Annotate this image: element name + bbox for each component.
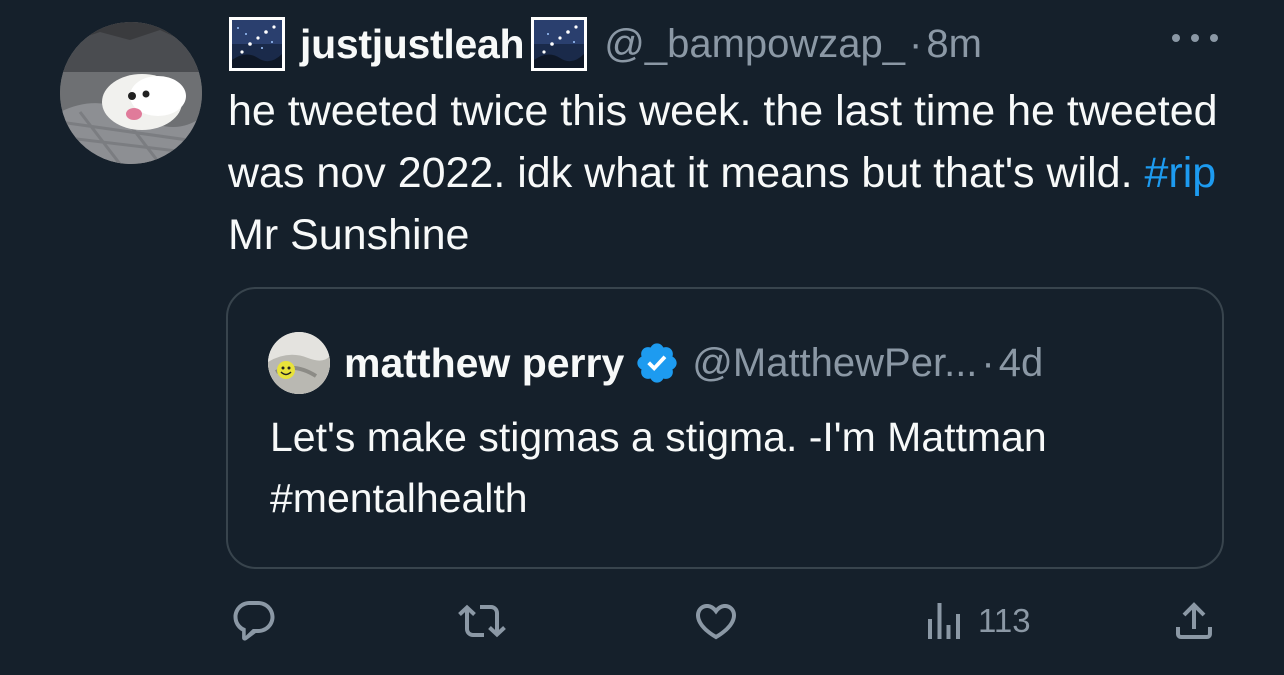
views-button[interactable]: 113	[920, 596, 1031, 646]
share-icon	[1176, 602, 1212, 639]
more-button[interactable]	[1168, 26, 1222, 50]
tweet-text-part: Mr Sunshine	[228, 211, 470, 259]
tweet-header: justjustleah @_bampowzap_ · 8m	[228, 16, 1228, 72]
action-bar: 113	[228, 596, 1228, 646]
night-sky-emoji-icon	[531, 17, 588, 71]
quoted-display-name[interactable]: matthew perry	[344, 340, 624, 387]
verified-badge-icon	[637, 343, 677, 383]
avatar[interactable]	[60, 22, 202, 164]
tweet-timestamp[interactable]: 8m	[926, 22, 982, 67]
more-icon	[1172, 34, 1218, 42]
night-sky-emoji-icon	[229, 17, 285, 71]
views-icon	[928, 603, 960, 639]
reply-icon	[233, 601, 275, 641]
views-count: 113	[978, 602, 1031, 639]
tweet-text-part: he tweeted twice this week. the last tim…	[228, 87, 1218, 197]
quoted-avatar[interactable]	[268, 332, 330, 394]
author-display-name[interactable]: justjustleah	[300, 21, 525, 68]
quoted-avatar-photo	[268, 332, 330, 394]
like-button[interactable]	[692, 596, 740, 646]
separator-dot: ·	[981, 340, 995, 385]
reply-button[interactable]	[230, 596, 278, 646]
hashtag-link[interactable]: #rip	[1144, 149, 1216, 197]
author-handle[interactable]: @_bampowzap_	[604, 22, 905, 67]
dog-photo	[60, 22, 202, 164]
quoted-tweet[interactable]: matthew perry @MatthewPer... · 4d Let's …	[226, 287, 1224, 569]
separator-dot: ·	[909, 21, 923, 66]
retweet-icon	[458, 604, 506, 638]
quoted-tweet-header: matthew perry @MatthewPer... · 4d	[268, 332, 1044, 394]
quoted-handle[interactable]: @MatthewPer...	[692, 341, 977, 386]
share-button[interactable]	[1170, 596, 1218, 646]
quoted-tweet-text: Let's make stigmas a stigma. -I'm Mattma…	[270, 414, 1047, 521]
quoted-timestamp[interactable]: 4d	[999, 341, 1044, 386]
heart-icon	[695, 604, 737, 640]
retweet-button[interactable]	[458, 596, 506, 646]
tweet-text: he tweeted twice this week. the last tim…	[228, 80, 1228, 266]
